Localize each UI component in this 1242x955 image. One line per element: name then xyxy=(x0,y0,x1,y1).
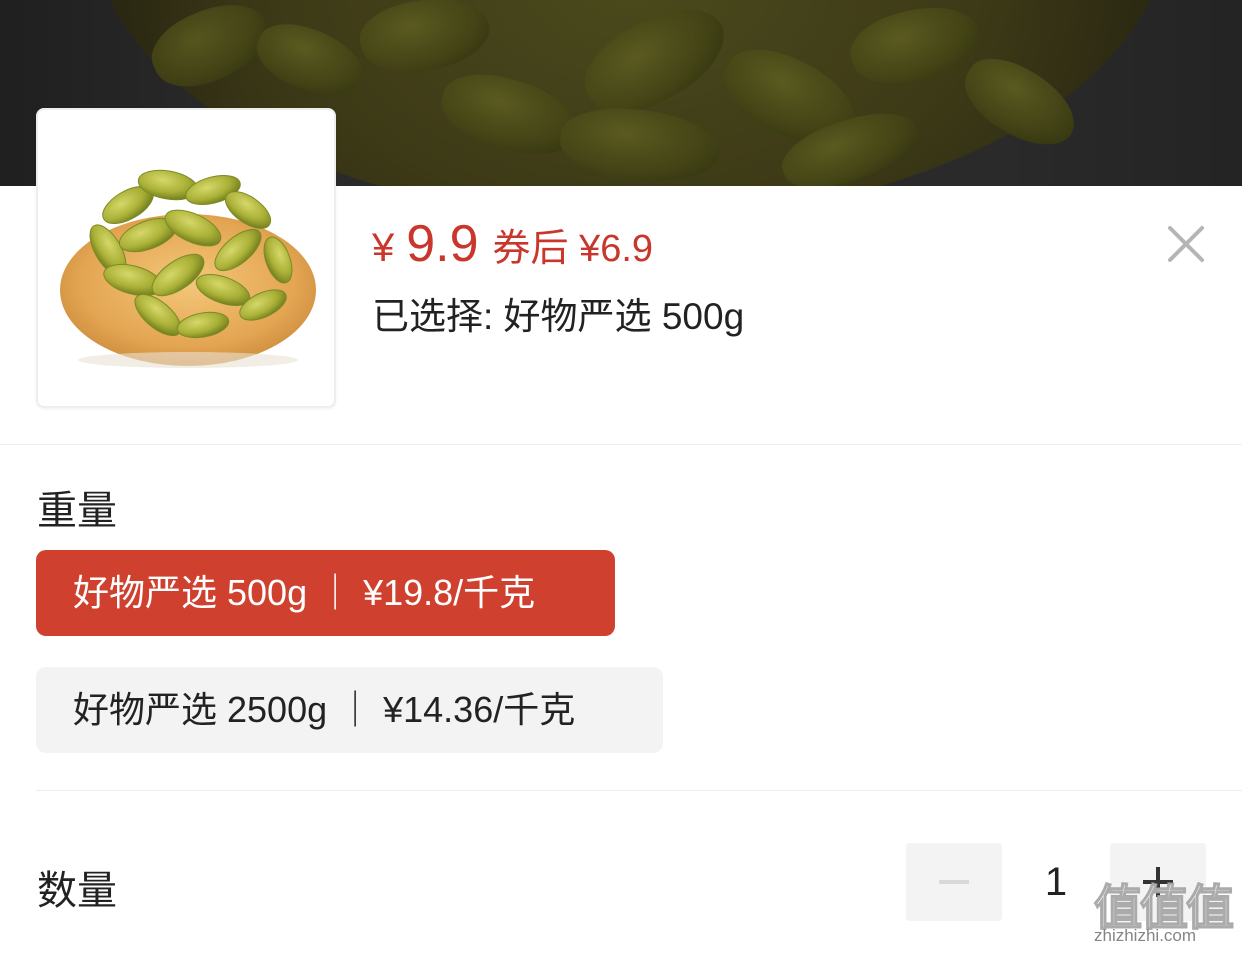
quantity-minus-button[interactable] xyxy=(906,843,1002,921)
sku-selector-page: ¥ 9.9 券后 ¥6.9 已选择: 好物严选 500g 重量 好物严选 500… xyxy=(0,0,1242,955)
weight-option-500g[interactable]: 好物严选 500g ｜ ¥19.8/千克 xyxy=(36,550,615,636)
coupon-price: 券后 ¥6.9 xyxy=(492,228,654,270)
weight-divider xyxy=(36,790,1242,791)
minus-icon xyxy=(939,880,969,884)
price-value: 9.9 xyxy=(406,215,479,273)
price-row: ¥ 9.9 券后 ¥6.9 xyxy=(372,214,653,274)
header-divider xyxy=(0,444,1242,445)
selected-spec-text: 已选择: 好物严选 500g xyxy=(372,296,745,337)
close-icon xyxy=(1168,226,1204,262)
quantity-plus-button[interactable] xyxy=(1110,843,1206,921)
weight-label: 重量 xyxy=(37,489,117,533)
raisins-product-image xyxy=(60,169,316,368)
weight-option-2500g[interactable]: 好物严选 2500g ｜ ¥14.36/千克 xyxy=(36,667,663,753)
quantity-value[interactable]: 1 xyxy=(1002,843,1110,921)
close-button[interactable] xyxy=(1162,220,1210,268)
quantity-label: 数量 xyxy=(37,869,117,913)
product-thumbnail[interactable] xyxy=(36,108,336,408)
plus-icon xyxy=(1143,867,1173,897)
price-currency-symbol: ¥ xyxy=(372,226,395,270)
